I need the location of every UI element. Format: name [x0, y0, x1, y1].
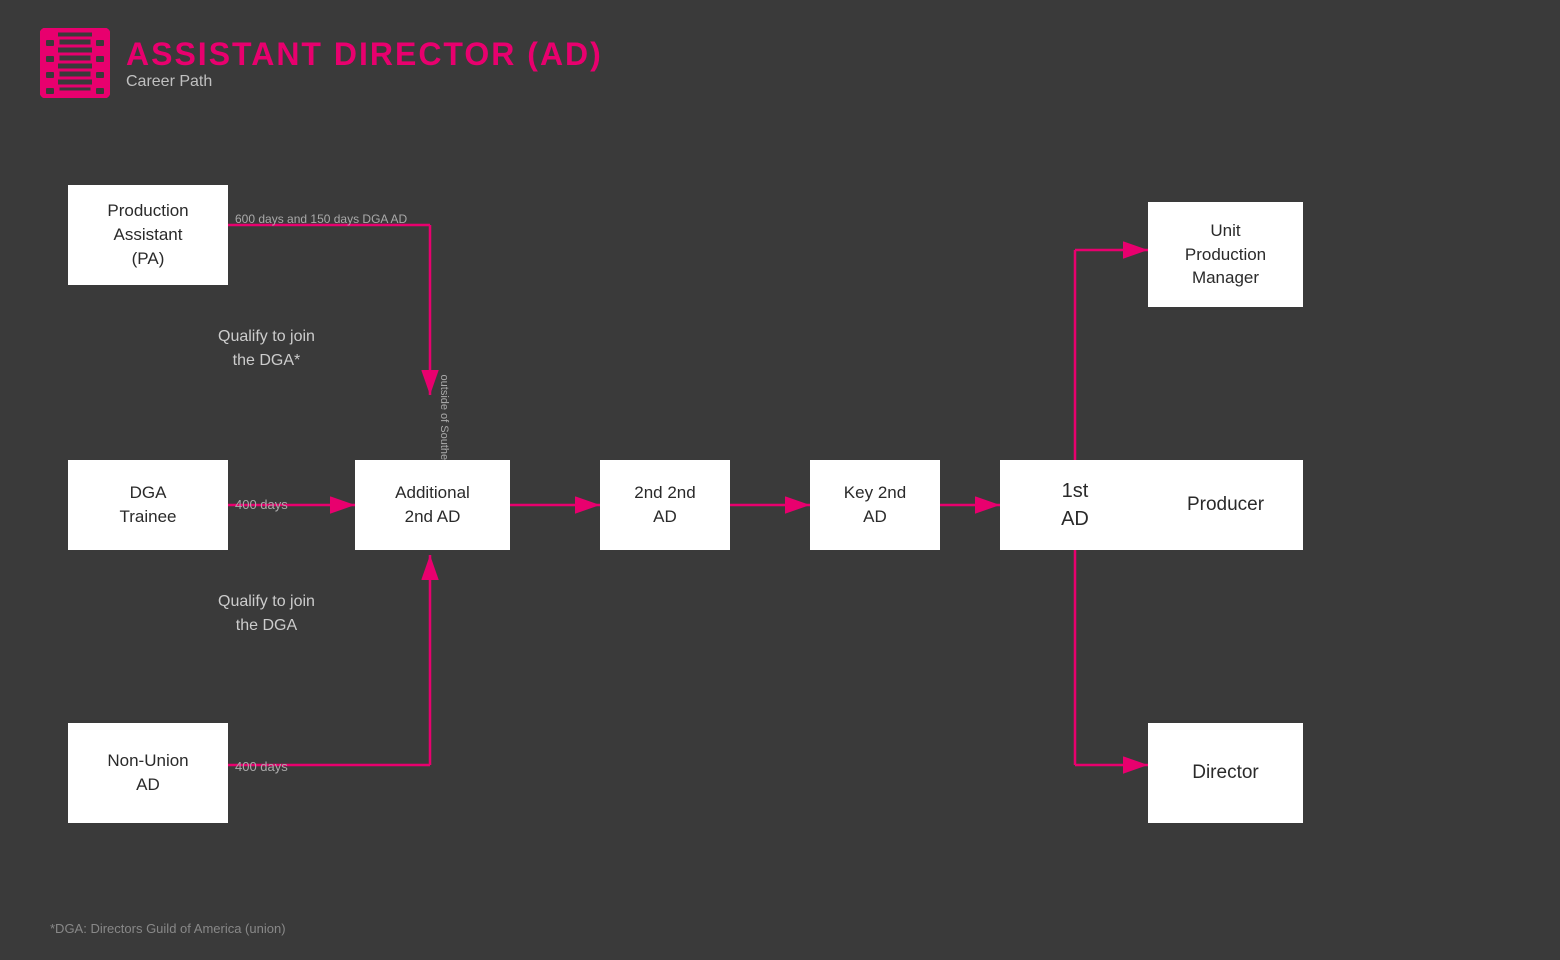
header-text: ASSISTANT DIRECTOR (AD) Career Path: [126, 36, 603, 91]
label-outside-southern-ca: outside of Southern California: [422, 245, 438, 385]
arrows-svg: [0, 130, 1560, 960]
footnote: *DGA: Directors Guild of America (union): [50, 921, 286, 936]
label-400-days-trainee: 400 days: [235, 496, 288, 514]
label-qualify-top: Qualify to jointhe DGA*: [218, 325, 315, 373]
box-director: Director: [1148, 723, 1303, 823]
box-additional-2nd-ad: Additional 2nd AD: [355, 460, 510, 550]
box-dga-trainee: DGA Trainee: [68, 460, 228, 550]
box-non-union-ad: Non-Union AD: [68, 723, 228, 823]
box-unit-production-manager: Unit Production Manager: [1148, 202, 1303, 307]
page-subtitle: Career Path: [126, 73, 603, 91]
label-qualify-bottom: Qualify to jointhe DGA: [218, 590, 315, 638]
box-production-assistant: Production Assistant (PA): [68, 185, 228, 285]
box-2nd-2nd-ad: 2nd 2nd AD: [600, 460, 730, 550]
label-400-days-nonunion: 400 days: [235, 758, 288, 776]
film-icon: [40, 28, 110, 98]
box-producer: Producer: [1148, 460, 1303, 550]
career-diagram: Production Assistant (PA) 600 days and 1…: [0, 130, 1560, 930]
page-title: ASSISTANT DIRECTOR (AD): [126, 36, 603, 73]
box-key-2nd-ad: Key 2nd AD: [810, 460, 940, 550]
label-600-days: 600 days and 150 days DGA AD: [235, 211, 407, 228]
header: ASSISTANT DIRECTOR (AD) Career Path: [0, 0, 1560, 126]
box-1st-ad: 1st AD: [1000, 460, 1150, 550]
